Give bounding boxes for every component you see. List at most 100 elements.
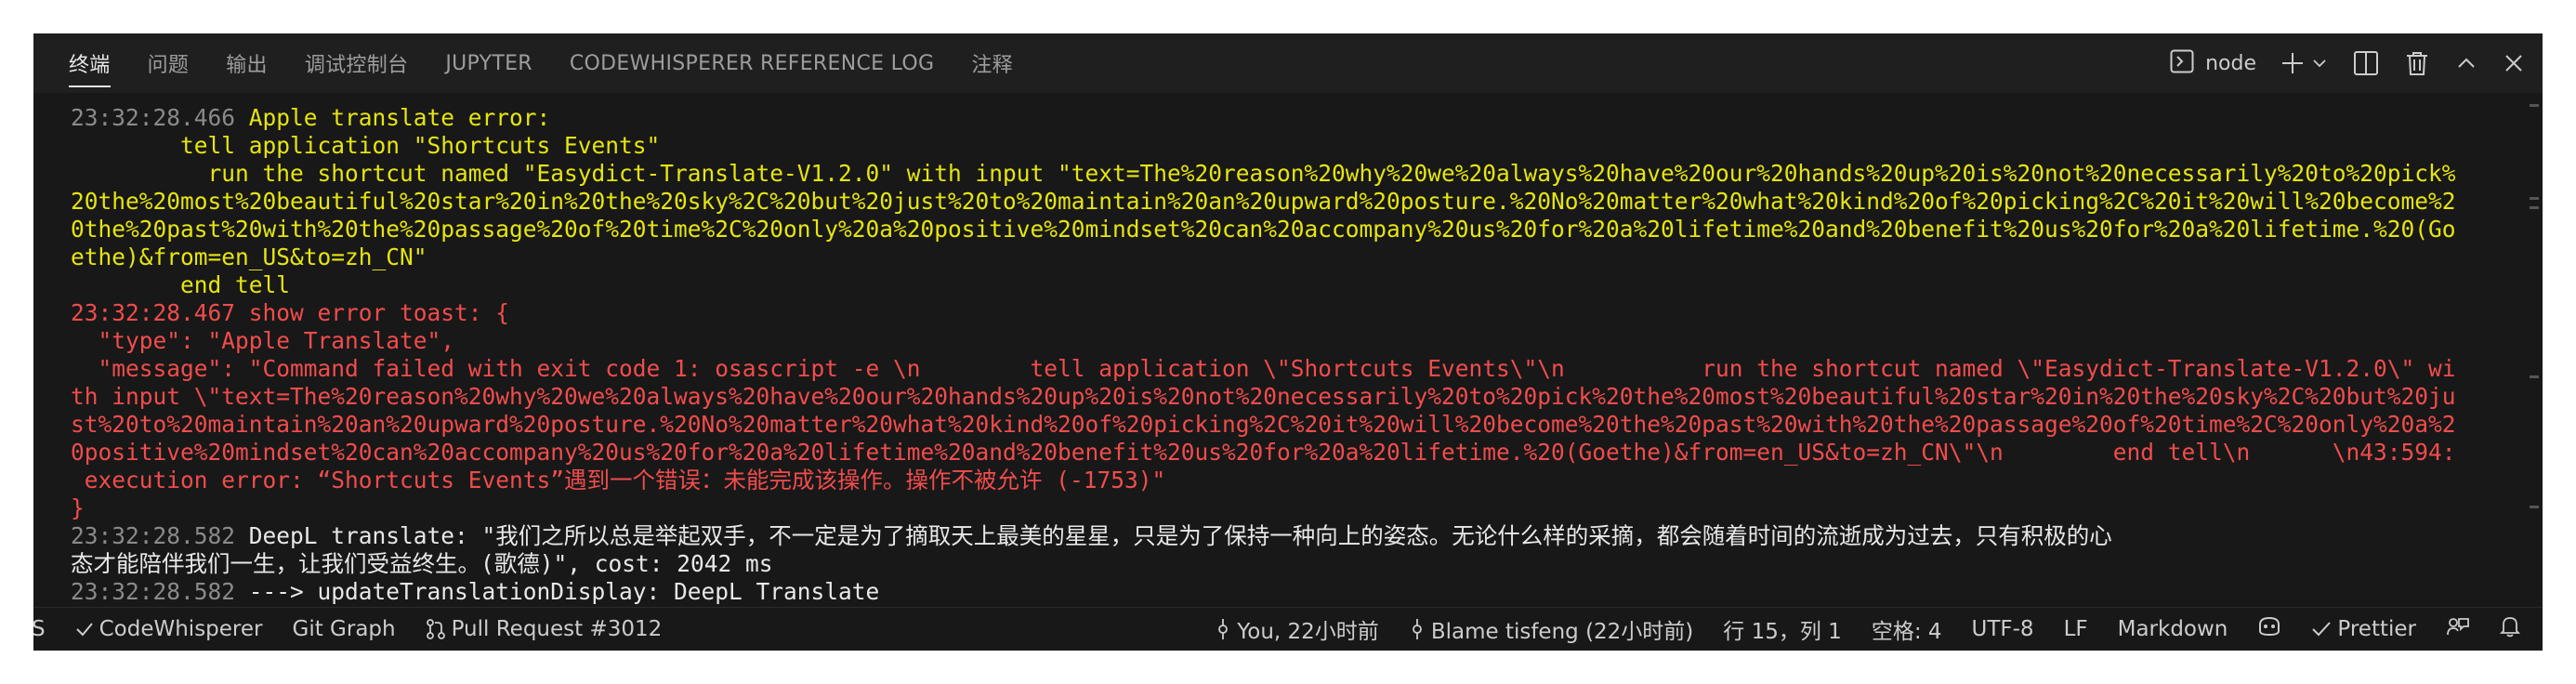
status-git-blame-line[interactable]: Blame tisfeng (22小时前)	[1409, 613, 1693, 645]
terminal-text: run the shortcut named "Easydict-Transla…	[71, 160, 2456, 187]
status-item-label: 行 15，列 1	[1723, 620, 1842, 644]
terminal-line: 0positive%20mindset%20can%20accompany%20…	[71, 439, 2524, 467]
status-item-label: CodeWhisperer	[99, 617, 263, 641]
terminal-line: 23:32:28.582 ---> updateTranslationDispl…	[71, 578, 2524, 606]
status-codewhisperer[interactable]: CodeWhisperer	[75, 617, 263, 641]
terminal-text: th input \"text=The%20reason%20why%20we%…	[71, 383, 2456, 410]
terminal-line: 23:32:28.466 Apple translate error:	[71, 104, 2524, 132]
status-git-graph[interactable]: Git Graph	[293, 617, 396, 641]
chevron-up-icon	[2455, 52, 2477, 74]
terminal-text: }	[71, 494, 85, 521]
panel-tab-bar: 终端 问题 输出 调试控制台 JUPYTER CODEWHISPERER REF…	[33, 33, 2543, 93]
terminal-timestamp: 23:32:28.582	[71, 522, 236, 549]
scrollbar-marker	[2530, 206, 2539, 209]
terminal-text: execution error: “Shortcuts Events”遇到一个错…	[71, 467, 1166, 493]
terminal-timestamp: 23:32:28.582	[71, 578, 236, 605]
scrollbar-marker	[2530, 104, 2539, 107]
status-prettier[interactable]: Prettier	[2311, 617, 2416, 641]
git-commit-icon	[1409, 618, 1426, 640]
terminal-text: 0positive%20mindset%20can%20accompany%20…	[71, 439, 2456, 466]
terminal-text: Apple translate error:	[235, 104, 551, 131]
terminal-text: "message": "Command failed with exit cod…	[71, 355, 2456, 382]
tab-debug-console[interactable]: 调试控制台	[305, 33, 409, 93]
status-item-label: You, 22小时前	[1237, 620, 1379, 644]
trash-icon	[2405, 50, 2429, 76]
status-item-label: Pull Request #3012	[451, 617, 663, 641]
terminal-icon	[2170, 49, 2194, 77]
tab-problems[interactable]: 问题	[148, 33, 190, 93]
status-git-blame-current[interactable]: You, 22小时前	[1215, 613, 1379, 645]
terminal-text: "type": "Apple Translate",	[71, 327, 455, 354]
terminal-line: run the shortcut named "Easydict-Transla…	[71, 160, 2524, 188]
status-eol[interactable]: LF	[2064, 617, 2088, 641]
status-item-label: S	[33, 617, 46, 641]
status-copilot[interactable]	[2257, 615, 2281, 643]
terminal-text: ---> updateTranslationDisplay: DeepL Tra…	[235, 578, 880, 605]
terminal-scrollbar[interactable]	[2528, 100, 2539, 610]
terminal-output[interactable]: 23:32:28.466 Apple translate error: tell…	[71, 104, 2524, 606]
close-icon	[2504, 53, 2524, 73]
terminal-timestamp: 23:32:28.466	[71, 104, 236, 131]
status-item-truncated[interactable]: S	[33, 617, 46, 641]
terminal-line: ethe)&from=en_US&to=zh_CN"	[71, 243, 2524, 271]
terminal-profile-label: node	[2205, 51, 2256, 75]
scrollbar-marker	[2530, 506, 2539, 508]
kill-terminal-button[interactable]	[2405, 50, 2429, 76]
terminal-line: }	[71, 494, 2524, 522]
tab-terminal[interactable]: 终端	[69, 33, 111, 93]
status-language-mode[interactable]: Markdown	[2118, 617, 2228, 641]
terminal-line: end tell	[71, 271, 2524, 299]
tab-output[interactable]: 输出	[226, 33, 268, 93]
feedback-icon	[2446, 615, 2470, 643]
terminal-text: st%20to%20maintain%20an%20upward%20postu…	[71, 411, 2456, 438]
terminal-line: 23:32:28.582 DeepL translate: "我们之所以总是举起…	[71, 522, 2524, 550]
status-feedback[interactable]	[2446, 615, 2470, 643]
copilot-icon	[2257, 615, 2281, 643]
terminal-line: execution error: “Shortcuts Events”遇到一个错…	[71, 467, 2524, 494]
scrollbar-marker	[2530, 375, 2539, 378]
terminal-line: th input \"text=The%20reason%20why%20we%…	[71, 383, 2524, 411]
terminal-text: 23:32:28.467 show error toast: {	[71, 299, 510, 326]
terminal-profile-selector[interactable]: node	[2170, 49, 2256, 77]
status-notifications[interactable]	[2499, 615, 2521, 643]
status-item-label: 空格: 4	[1871, 620, 1942, 644]
tab-codewhisperer-reference-log[interactable]: CODEWHISPERER REFERENCE LOG	[570, 33, 934, 93]
terminal-line: 20the%20most%20beautiful%20star%20in%20t…	[71, 188, 2524, 216]
status-item-label: Blame tisfeng (22小时前)	[1430, 620, 1694, 644]
status-pull-request[interactable]: Pull Request #3012	[426, 617, 663, 641]
status-item-label: Markdown	[2117, 617, 2228, 641]
status-bar: S CodeWhisperer Git Graph Pull Request #…	[33, 607, 2543, 651]
status-cursor-position[interactable]: 行 15，列 1	[1723, 613, 1842, 645]
split-icon	[2353, 50, 2379, 76]
pull-request-icon	[426, 618, 446, 640]
panel-toolbar: node	[2170, 33, 2543, 93]
terminal-text: ethe)&from=en_US&to=zh_CN"	[71, 243, 427, 270]
bell-icon	[2499, 615, 2521, 643]
tab-comments[interactable]: 注释	[971, 33, 1013, 93]
status-item-label: Prettier	[2337, 617, 2416, 641]
status-item-label: LF	[2063, 617, 2088, 641]
new-terminal-button[interactable]	[2280, 51, 2305, 75]
maximize-panel-button[interactable]	[2455, 52, 2477, 74]
terminal-line: 态才能陪伴我们一生，让我们受益终生。(歌德)", cost: 2042 ms	[71, 550, 2524, 578]
terminal-line: 23:32:28.467 show error toast: {	[71, 299, 2524, 327]
terminal-line: 0the%20past%20with%20the%20passage%20of%…	[71, 216, 2524, 243]
status-encoding[interactable]: UTF-8	[1972, 617, 2034, 641]
plus-icon	[2280, 51, 2305, 75]
status-bar-left: S CodeWhisperer Git Graph Pull Request #…	[33, 608, 691, 651]
chevron-down-icon	[2312, 56, 2327, 71]
status-bar-right: You, 22小时前 Blame tisfeng (22小时前) 行 15，列 …	[1185, 608, 2543, 651]
close-panel-button[interactable]	[2504, 53, 2524, 73]
tab-jupyter[interactable]: JUPYTER	[445, 33, 532, 93]
split-terminal-button[interactable]	[2353, 50, 2379, 76]
launch-profile-button[interactable]	[2312, 56, 2327, 71]
terminal-line: st%20to%20maintain%20an%20upward%20postu…	[71, 411, 2524, 439]
terminal-text: 0the%20past%20with%20the%20passage%20of%…	[71, 216, 2456, 243]
status-item-label: Git Graph	[292, 617, 396, 641]
status-indentation[interactable]: 空格: 4	[1872, 613, 1942, 645]
scrollbar-marker	[2530, 197, 2539, 200]
terminal-line: tell application "Shortcuts Events"	[71, 132, 2524, 160]
check-icon	[75, 620, 94, 638]
status-item-label: UTF-8	[1971, 617, 2034, 641]
check-all-icon	[2311, 620, 2332, 638]
